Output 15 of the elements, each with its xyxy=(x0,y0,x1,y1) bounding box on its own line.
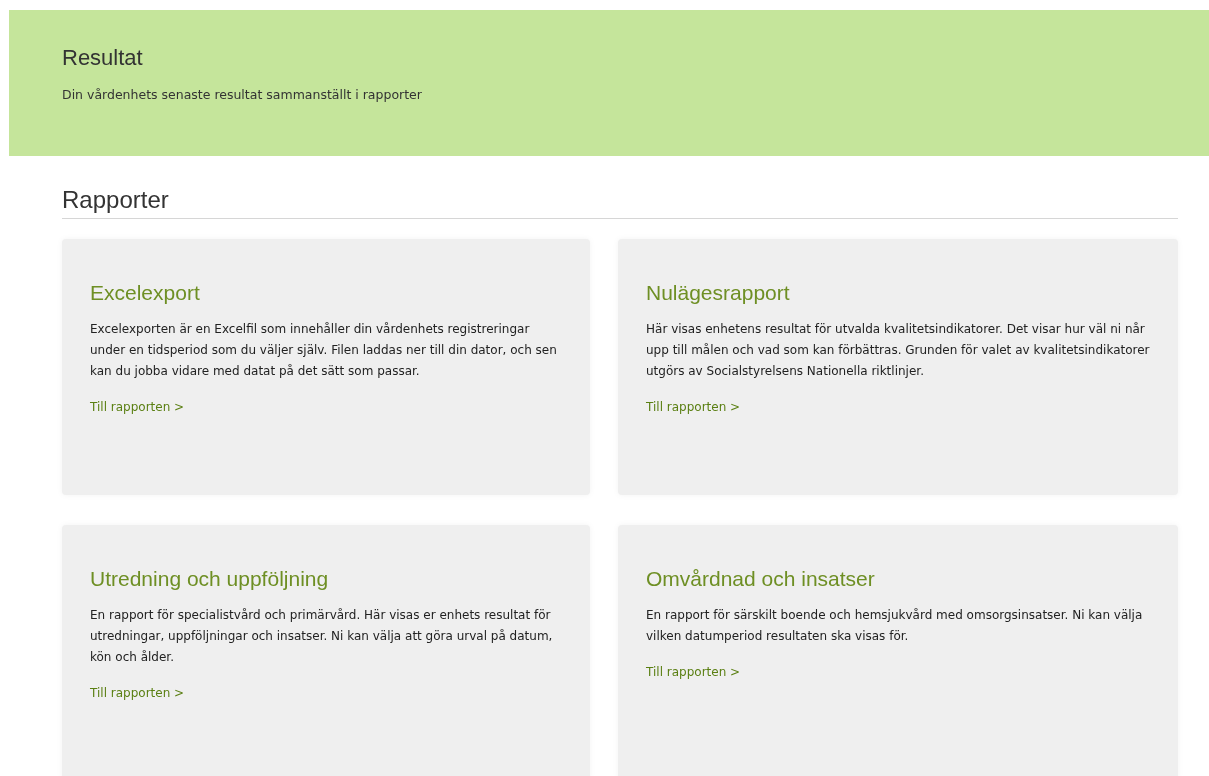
report-link[interactable]: Till rapporten > xyxy=(646,400,741,414)
card-title: Omvårdnad och insatser xyxy=(646,567,876,591)
card-description: Excelexporten är en Excelfil som innehåller din vårdenhets registreringar under en tidsperiod som du väljer själv. Filen laddas ner till din dator, och sen kan du jobba vidare med datat på det sätt som passar. xyxy=(90,321,558,380)
card-description: En rapport för specialistvård och primärvård. Här visas er enhets resultat för utredningar, uppföljningar och insatser. Ni kan välja att göra urval på datum, kön och ålder. xyxy=(90,607,554,666)
card-description: En rapport för särskilt boende och hemsjukvård med omsorgsinsatser. Ni kan välja vilken datumperiod resultaten ska visas för. xyxy=(646,607,1144,645)
section-heading: Rapporter xyxy=(62,186,1178,219)
page-title: Resultat xyxy=(62,44,144,72)
report-link[interactable]: Till rapporten > xyxy=(90,686,185,700)
page-subtitle: Din vårdenhets senaste resultat sammanställt i rapporter xyxy=(62,87,423,102)
report-link[interactable]: Till rapporten > xyxy=(646,665,741,679)
report-link[interactable]: Till rapporten > xyxy=(90,400,185,414)
card-description: Här visas enhetens resultat för utvalda kvalitetsindikatorer. Det visar hur väl ni når upp till målen och vad som kan förbättras. Grunden för valet av kvalitetsindikatorer utgörs av Socialstyrelsens Nationella riktlinjer. xyxy=(646,321,1150,380)
card-title: Nulägesrapport xyxy=(646,281,791,305)
card-title: Utredning och uppföljning xyxy=(90,567,330,591)
card-title: Excelexport xyxy=(90,281,201,305)
